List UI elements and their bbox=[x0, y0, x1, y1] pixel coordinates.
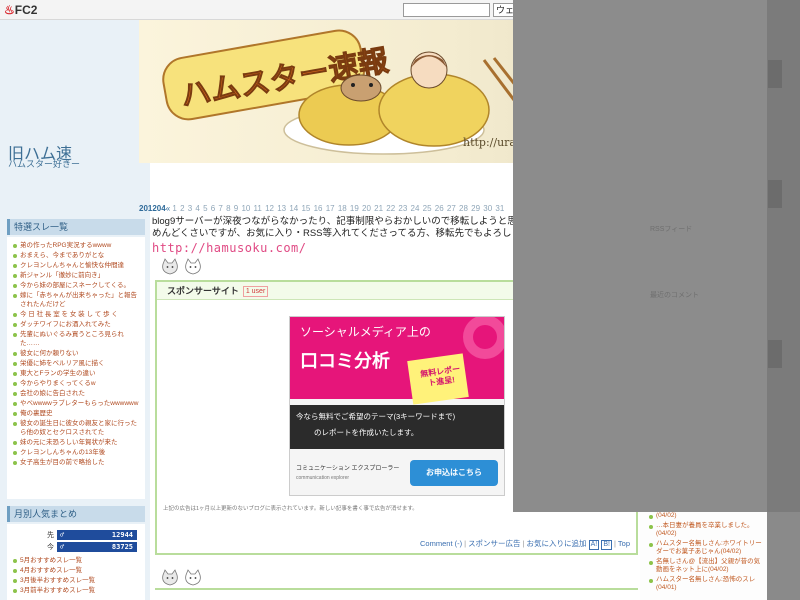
ad-notice-text: 上記の広告は1ヶ月以上更新のないブログに表示されています。新しい記事を書く事で広… bbox=[163, 506, 418, 512]
monthly-summary-link[interactable]: 5月おすすめスレ一覧 bbox=[12, 556, 95, 565]
user-count-badge[interactable]: 1 user bbox=[242, 286, 269, 297]
recent-item-date[interactable]: (04/02) bbox=[648, 512, 764, 521]
recent-comments-label: 最近のコメント bbox=[650, 292, 699, 299]
comment-link[interactable]: Comment (-) bbox=[420, 539, 462, 548]
featured-thread-link[interactable]: 会社の娘に告白された bbox=[12, 389, 141, 398]
overlay-block bbox=[768, 60, 782, 88]
dimmed-overlay bbox=[513, 0, 800, 512]
blog-subtitle: ハムスター好きー bbox=[8, 159, 81, 169]
ad-offer: 今なら無料でご希望のテーマ(3キーワードまで) bbox=[296, 412, 456, 421]
add-favorite-link[interactable]: お気に入りに追加 bbox=[527, 539, 587, 548]
featured-thread-link[interactable]: 弟の作ったRPG実況するwwww bbox=[12, 241, 141, 250]
featured-thread-link[interactable]: 新ジャンル「徹妙に前向き」 bbox=[12, 271, 141, 280]
featured-thread-link[interactable]: 先輩にぬいぐるみ買うところ見られた…… bbox=[12, 330, 141, 348]
ad-banner[interactable]: ソーシャルメディア上の 口コミ分析 無料レポート進呈! 今なら無料でご希望のテー… bbox=[289, 316, 505, 496]
featured-threads-heading: 特選スレ一覧 bbox=[7, 219, 145, 235]
ad-offer-detail: のレポートを作成いたします。 bbox=[314, 428, 419, 437]
featured-thread-link[interactable]: 女子高生が目の前で略拾した bbox=[12, 458, 141, 467]
sponsor-title[interactable]: スポンサーサイト bbox=[167, 286, 239, 296]
bookmark-b-icon[interactable]: B! bbox=[601, 540, 612, 550]
featured-thread-link[interactable]: クレヨンしんちゃんの13年後 bbox=[12, 448, 141, 457]
new-blog-url[interactable]: http://hamusoku.com/ bbox=[152, 241, 307, 255]
rss-feed-label[interactable]: RSSフィード bbox=[650, 224, 692, 234]
featured-threads-box: 弟の作ったRPG実況するwwww おまえら、今までありがとな クレヨンしんちゃんと愉… bbox=[7, 237, 145, 499]
featured-thread-link[interactable]: 今からやりまくってくるw bbox=[12, 379, 141, 388]
entry-footer-links: Comment (-) | スポンサー広告 | お気に入りに追加 A! B! | Top bbox=[420, 539, 630, 550]
featured-thread-link[interactable]: 栄優に姉をベルリア風に描く bbox=[12, 359, 141, 368]
monthly-popular-heading: 月別人気まとめ bbox=[7, 506, 145, 522]
featured-thread-link[interactable]: 東大とFランの学生の違い bbox=[12, 369, 141, 378]
featured-thread-link[interactable]: 妹の元に未恐ろしい年賀状が来た bbox=[12, 438, 141, 447]
bookmark-a-icon[interactable]: A! bbox=[588, 540, 600, 550]
recent-comment-link[interactable]: …本日妻が養員を卒業しました。(04/02) bbox=[648, 522, 764, 539]
next-entry bbox=[155, 588, 638, 600]
overlay-block bbox=[768, 180, 782, 208]
featured-thread-link[interactable]: 彼女に何か頼りない bbox=[12, 349, 141, 358]
overlay-right-strip bbox=[767, 512, 800, 600]
featured-thread-link[interactable]: 今から妹の部屋にスネークしてくる。 bbox=[12, 281, 141, 290]
cat-icon bbox=[162, 258, 178, 275]
cat-icon bbox=[185, 258, 201, 275]
ad-headline: ソーシャルメディア上の bbox=[300, 325, 431, 339]
search-input[interactable] bbox=[403, 3, 490, 17]
recent-comment-link[interactable]: ハムスター名無しさん:恐怖のスレ(04/01) bbox=[648, 576, 764, 593]
ad-brand: コミュニケーション エクスプローラー bbox=[296, 466, 400, 472]
featured-thread-link[interactable]: 俺の裏歴史 bbox=[12, 409, 141, 418]
access-counter: 今 ♂ 83725 bbox=[47, 542, 139, 552]
monthly-summary-link[interactable]: 3月後半おすすめスレ一覧 bbox=[12, 576, 95, 585]
cat-icon bbox=[185, 569, 201, 586]
featured-thread-link[interactable]: 嫁に「赤ちゃんが出来ちゃった」と報告されたんだけど bbox=[12, 291, 141, 309]
cat-icon bbox=[162, 569, 178, 586]
day-links[interactable]: 1 2 3 4 5 6 7 8 9 10 11 12 13 14 15 16 1… bbox=[172, 204, 504, 213]
featured-thread-link[interactable]: おまえら、今までありがとな bbox=[12, 251, 141, 260]
top-link[interactable]: Top bbox=[618, 539, 630, 548]
recent-comment-link[interactable]: ハムスター名無しさん:ホワイトリーダーでお菓子あじゃん(04/02) bbox=[648, 540, 764, 557]
prev-month-link[interactable]: « bbox=[166, 204, 170, 213]
ad-title: 口コミ分析 bbox=[300, 351, 390, 371]
access-counter: 先 ♂ 12944 bbox=[47, 530, 139, 540]
featured-thread-link[interactable]: 今 日 社 長 室 を 女 装 し て 歩 く bbox=[12, 310, 141, 319]
monthly-list: 5月おすすめスレ一覧 4月おすすめスレ一覧 3月後半おすすめスレ一覧 3月前半おすすめ… bbox=[7, 552, 99, 600]
monthly-summary-link[interactable]: 3月前半おすすめスレ一覧 bbox=[12, 586, 95, 595]
featured-thread-list: 弟の作ったRPG実況するwwww おまえら、今までありがとな クレヨンしんちゃんと愉… bbox=[7, 237, 145, 472]
fc2-logo[interactable]: ♨FC2 bbox=[4, 3, 37, 17]
recent-comments-list: (04/02) …本日妻が養員を卒業しました。(04/02) ハムスター名無しさん… bbox=[648, 512, 764, 594]
monthly-summary-link[interactable]: 4月おすすめスレ一覧 bbox=[12, 566, 95, 575]
month-label[interactable]: 201204 bbox=[139, 204, 166, 213]
ad-brand-sub: communication explorer bbox=[296, 475, 350, 481]
featured-thread-link[interactable]: 彼女の誕生日に彼女の親友と家に行ったら他の奴とセクロスされてた bbox=[12, 419, 141, 437]
featured-thread-link[interactable]: クレヨンしんちゃんと愉快な仲間達 bbox=[12, 261, 141, 270]
category-link[interactable]: スポンサー広告 bbox=[468, 539, 521, 548]
recent-comment-link[interactable]: 名無しさん@【流出】父親が昔の気動画をネット上に(04/02) bbox=[648, 558, 764, 575]
date-navigation: 201204« 1 2 3 4 5 6 7 8 9 10 11 12 13 14… bbox=[139, 204, 504, 213]
monthly-popular-box: 先 ♂ 12944 今 ♂ 83725 5月おすすめスレ一覧 4月おすすめスレ一覧 3月… bbox=[7, 524, 145, 600]
featured-thread-link[interactable]: ダッチワイフにお酒入れてみた bbox=[12, 320, 141, 329]
ad-apply-button[interactable]: お申込はこちら bbox=[410, 467, 498, 478]
featured-thread-link[interactable]: やべwwwwラブレターもらったwwwwww bbox=[12, 399, 141, 408]
overlay-block bbox=[768, 340, 782, 368]
